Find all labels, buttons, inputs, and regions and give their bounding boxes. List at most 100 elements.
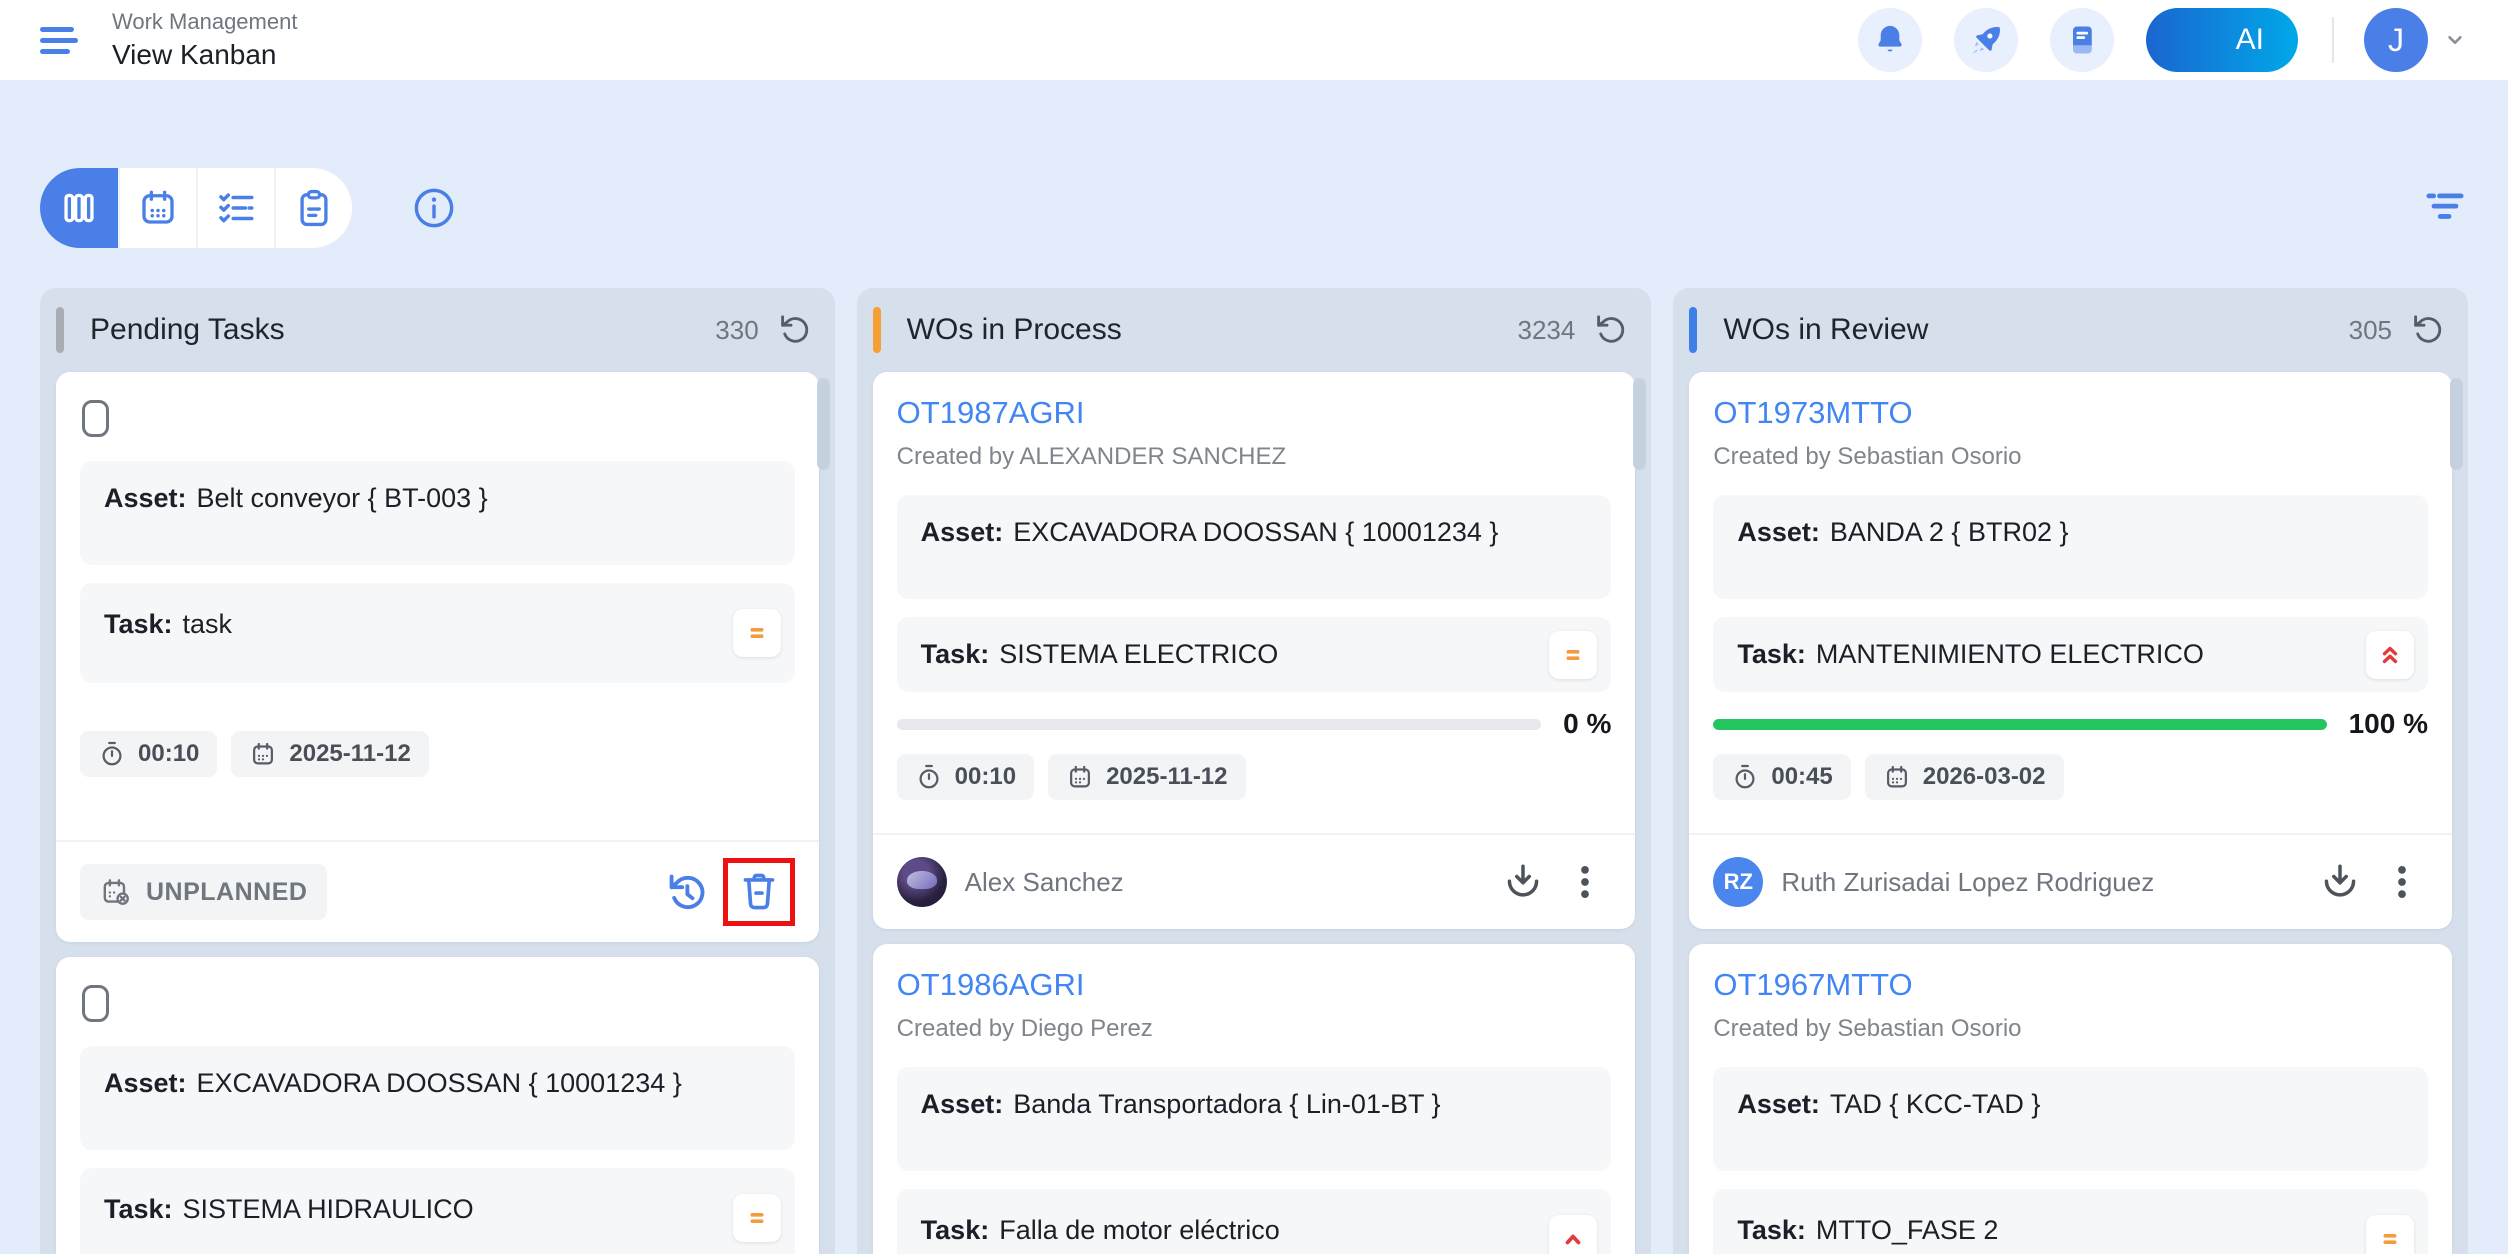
priority-highest-icon (2375, 640, 2405, 670)
workorder-link[interactable]: OT1967MTTO (1713, 966, 2428, 1003)
column-scrollbar[interactable] (1633, 378, 1646, 470)
assignee-avatar: RZ (1713, 857, 1763, 907)
ai-assistant-button[interactable]: AI (2146, 8, 2298, 72)
app-title: Work Management (112, 8, 297, 37)
column-refresh-button[interactable] (2408, 311, 2446, 349)
main-content: Pending Tasks 330 Asset:Belt conveyor { … (0, 80, 2508, 1254)
history-undo-icon (665, 870, 709, 914)
workorder-card[interactable]: OT1987AGRI Created by ALEXANDER SANCHEZ … (873, 372, 1636, 929)
bell-icon (1872, 22, 1908, 58)
workorder-link[interactable]: OT1973MTTO (1713, 394, 2428, 431)
delete-button[interactable] (733, 866, 785, 918)
workorder-card[interactable]: OT1973MTTO Created by Sebastian Osorio A… (1689, 372, 2452, 929)
download-button[interactable] (2314, 856, 2366, 908)
asset-value: TAD { KCC-TAD } (1830, 1089, 2041, 1119)
info-icon (411, 185, 457, 231)
asset-value: BANDA 2 { BTR02 } (1830, 517, 2069, 547)
task-value: MTTO_FASE 2 (1816, 1215, 1999, 1245)
priority-badge[interactable] (733, 609, 781, 657)
column-count: 330 (715, 315, 758, 346)
status-label: UNPLANNED (146, 878, 307, 907)
column-cards: OT1987AGRI Created by ALEXANDER SANCHEZ … (857, 372, 1652, 1254)
assignee-name: Alex Sanchez (965, 867, 1124, 898)
task-label: Task: (1737, 1215, 1806, 1245)
filter-icon (2423, 186, 2467, 230)
task-value: SISTEMA HIDRAULICO (183, 1194, 474, 1224)
asset-field: Asset:Belt conveyor { BT-003 } (80, 461, 795, 565)
avatar-initial: J (2388, 22, 2404, 59)
priority-badge[interactable] (733, 1194, 781, 1242)
more-options-button[interactable] (1559, 856, 1611, 908)
asset-value: Banda Transportadora { Lin-01-BT } (1013, 1089, 1440, 1119)
workorder-card[interactable]: OT1967MTTO Created by Sebastian Osorio A… (1689, 944, 2452, 1254)
time-chip: 00:45 (1713, 754, 1850, 800)
column-scrollbar[interactable] (2450, 378, 2463, 470)
progress-label: 0 % (1563, 708, 1611, 740)
filter-button[interactable] (2422, 185, 2468, 231)
download-icon (1501, 860, 1545, 904)
tab-list-view[interactable] (196, 168, 274, 248)
assignee-name: Ruth Zurisadai Lopez Rodriguez (1781, 867, 2154, 898)
priority-badge[interactable] (1549, 1215, 1597, 1254)
progress-track (1713, 719, 2326, 730)
asset-label: Asset: (921, 1089, 1004, 1119)
asset-field: Asset: EXCAVADORA DOOSSAN { 10001234 } (897, 495, 1612, 599)
task-checkbox[interactable] (82, 400, 109, 437)
notifications-button[interactable] (1858, 8, 1922, 72)
column-scrollbar[interactable] (817, 378, 830, 470)
whats-new-button[interactable] (1954, 8, 2018, 72)
column-header: WOs in Review 305 (1673, 288, 2468, 372)
task-value: SISTEMA ELECTRICO (999, 639, 1278, 669)
progress: 100 % (1713, 708, 2428, 740)
task-value: MANTENIMIENTO ELECTRICO (1816, 639, 2204, 669)
time-chip: 00:10 (80, 731, 217, 777)
info-button[interactable] (410, 184, 458, 232)
download-button[interactable] (1497, 856, 1549, 908)
more-options-button[interactable] (2376, 856, 2428, 908)
time-chip: 00:10 (897, 754, 1034, 800)
refresh-icon (2409, 312, 2445, 348)
status-badge: UNPLANNED (80, 864, 327, 920)
tab-orders-view[interactable] (274, 168, 352, 248)
asset-value: EXCAVADORA DOOSSAN { 10001234 } (1013, 517, 1498, 547)
column-title: WOs in Review (1723, 313, 1928, 347)
menu-icon[interactable] (40, 20, 86, 60)
date-chip: 2025-11-12 (231, 731, 428, 777)
task-label: Task: (104, 609, 173, 639)
column-cards: OT1973MTTO Created by Sebastian Osorio A… (1673, 372, 2468, 1254)
ai-label: AI (2236, 23, 2264, 57)
task-checkbox[interactable] (82, 985, 109, 1022)
tab-kanban-view[interactable] (40, 168, 118, 248)
priority-badge[interactable] (1549, 631, 1597, 679)
task-card[interactable]: Asset:EXCAVADORA DOOSSAN { 10001234 } Ta… (56, 957, 819, 1254)
rocket-icon (1968, 22, 2004, 58)
workorder-card[interactable]: OT1986AGRI Created by Diego Perez Asset:… (873, 944, 1636, 1254)
user-avatar[interactable]: J (2364, 8, 2428, 72)
notes-button[interactable] (2050, 8, 2114, 72)
priority-badge[interactable] (2366, 1215, 2414, 1254)
workorder-link[interactable]: OT1986AGRI (897, 966, 1612, 1003)
task-label: Task: (921, 1215, 990, 1245)
task-card[interactable]: Asset:Belt conveyor { BT-003 } Task:task… (56, 372, 819, 942)
column-count: 305 (2349, 315, 2392, 346)
date-chip: 2026-03-02 (1865, 754, 2064, 800)
task-label: Task: (104, 1194, 173, 1224)
workorder-link[interactable]: OT1987AGRI (897, 394, 1612, 431)
undo-button[interactable] (661, 866, 713, 918)
kanban-view-icon (58, 187, 100, 229)
tab-calendar-view[interactable] (118, 168, 196, 248)
chevron-down-icon[interactable] (2442, 27, 2468, 53)
card-footer: UNPLANNED (56, 840, 819, 942)
time-value: 00:10 (138, 740, 199, 768)
asset-field: Asset:EXCAVADORA DOOSSAN { 10001234 } (80, 1046, 795, 1150)
kebab-menu-icon (2380, 860, 2424, 904)
column-refresh-button[interactable] (1591, 311, 1629, 349)
column-refresh-button[interactable] (775, 311, 813, 349)
column-count: 3234 (1518, 315, 1576, 346)
asset-label: Asset: (921, 517, 1004, 547)
timer-icon (1731, 763, 1759, 791)
task-field: Task:MANTENIMIENTO ELECTRICO (1713, 617, 2428, 692)
refresh-icon (776, 312, 812, 348)
header-divider (2332, 17, 2334, 63)
priority-badge[interactable] (2366, 631, 2414, 679)
